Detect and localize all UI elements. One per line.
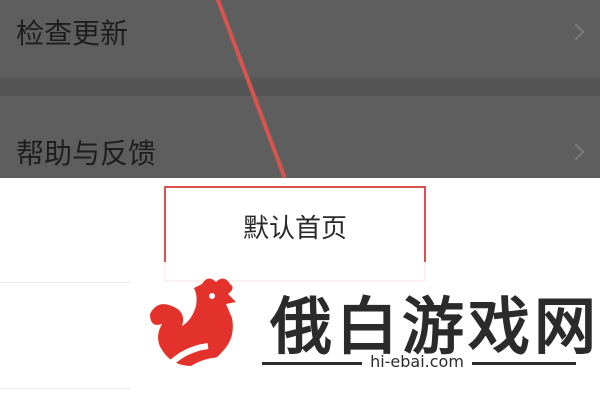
annotation-line (216, 0, 286, 178)
watermark-url: hi-ebai.com (370, 352, 464, 371)
watermark-rule-right (472, 362, 576, 365)
watermark: 俄白游戏网 hi-ebai.com (130, 262, 600, 402)
watermark-rule-left (262, 362, 362, 365)
rooster-logo-icon (150, 278, 236, 384)
